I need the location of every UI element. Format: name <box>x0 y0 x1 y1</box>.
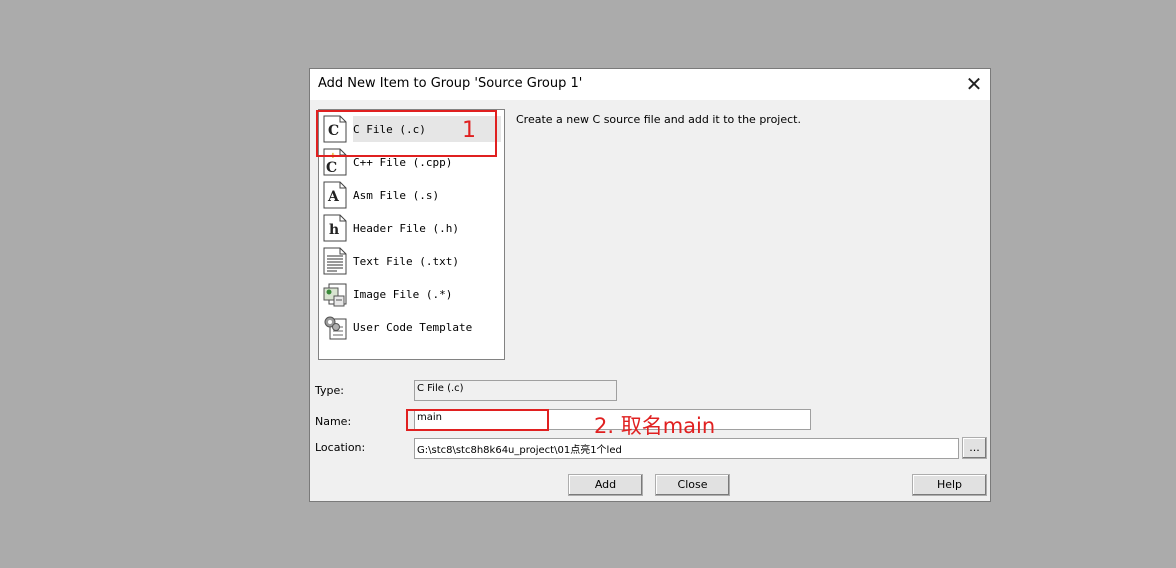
image-file-icon <box>323 280 347 308</box>
list-item-label: Image File (.*) <box>353 287 453 301</box>
close-icon[interactable]: ✕ <box>962 72 986 96</box>
list-item-asm-file[interactable]: A Asm File (.s) <box>323 180 501 210</box>
list-item-label: Header File (.h) <box>353 221 459 235</box>
asm-file-icon: A <box>323 181 347 209</box>
annotation-step-2: 2. 取名main <box>594 414 716 438</box>
browse-button[interactable]: ... <box>962 437 987 459</box>
list-item-label: Asm File (.s) <box>353 188 440 202</box>
dialog-title: Add New Item to Group 'Source Group 1' <box>318 76 583 91</box>
header-file-icon: h <box>323 214 347 242</box>
list-item-header-file[interactable]: h Header File (.h) <box>323 213 501 243</box>
annotation-step-1: 1 <box>462 118 476 143</box>
item-description: Create a new C source file and add it to… <box>516 113 801 126</box>
annotation-box-name <box>406 409 549 431</box>
list-item-image-file[interactable]: Image File (.*) <box>323 279 501 309</box>
close-button[interactable]: Close <box>655 474 730 496</box>
help-button[interactable]: Help <box>912 474 987 496</box>
name-label: Name: <box>315 415 352 428</box>
svg-text:A: A <box>327 189 340 205</box>
gear-template-icon <box>323 313 347 341</box>
svg-text:h: h <box>329 222 339 238</box>
type-field: C File (.c) <box>414 380 617 401</box>
list-item-text-file[interactable]: Text File (.txt) <box>323 246 501 276</box>
list-item-label: C++ File (.cpp) <box>353 155 453 169</box>
location-input[interactable]: G:\stc8\stc8h8k64u_project\01点亮1个led <box>414 438 959 459</box>
list-item-label: User Code Template <box>353 320 473 334</box>
location-label: Location: <box>315 441 366 454</box>
dialog-title-bar[interactable]: Add New Item to Group 'Source Group 1' ✕ <box>310 69 990 100</box>
svg-text:C: C <box>326 160 337 176</box>
add-button[interactable]: Add <box>568 474 643 496</box>
text-file-icon <box>323 247 347 275</box>
type-label: Type: <box>315 384 344 397</box>
list-item-label: Text File (.txt) <box>353 254 459 268</box>
list-item-user-code-template[interactable]: User Code Template <box>323 312 501 342</box>
